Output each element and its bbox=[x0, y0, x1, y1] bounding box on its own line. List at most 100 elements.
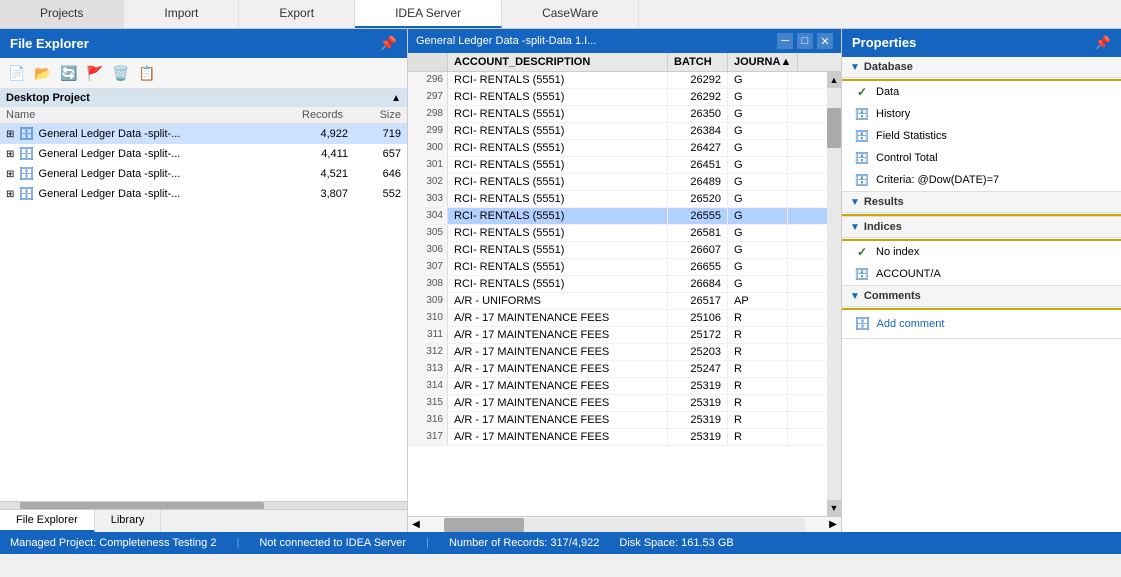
scroll-down-arrow[interactable]: ▼ bbox=[827, 500, 841, 516]
vertical-scrollbar[interactable]: ▲ ▼ bbox=[827, 72, 841, 516]
td-batch: 26555 bbox=[668, 208, 728, 224]
maximize-button[interactable]: □ bbox=[797, 33, 813, 49]
file-item[interactable]: ⊞ 🗄 General Ledger Data -split-... 4,521… bbox=[0, 164, 407, 184]
new-button[interactable]: 📄 bbox=[6, 62, 28, 84]
th-batch[interactable]: BATCH bbox=[668, 53, 728, 71]
th-journal[interactable]: JOURNA▲ bbox=[728, 53, 798, 71]
table-row[interactable]: 310 A/R - 17 MAINTENANCE FEES 25106 R bbox=[408, 310, 827, 327]
file-item[interactable]: ⊞ 🗄 General Ledger Data -split-... 3,807… bbox=[0, 184, 407, 204]
scroll-up-arrow[interactable]: ▲ bbox=[827, 72, 841, 88]
status-bar: Managed Project: Completeness Testing 2 … bbox=[0, 532, 1121, 554]
td-batch: 25319 bbox=[668, 378, 728, 394]
td-account: RCI- RENTALS (5551) bbox=[448, 225, 668, 241]
td-journal: G bbox=[728, 208, 788, 224]
file-explorer-panel: File Explorer 📌 📄 📂 🔄 🚩 🗑️ 📋 Desktop Pro… bbox=[0, 29, 408, 532]
table-row[interactable]: 312 A/R - 17 MAINTENANCE FEES 25203 R bbox=[408, 344, 827, 361]
status-disk: Disk Space: 161.53 GB bbox=[619, 537, 733, 549]
scrollbar-thumb[interactable] bbox=[827, 108, 841, 148]
refresh-button[interactable]: 🔄 bbox=[58, 62, 80, 84]
td-journal: R bbox=[728, 361, 788, 377]
flag-button[interactable]: 🚩 bbox=[84, 62, 106, 84]
nav-caseware[interactable]: CaseWare bbox=[502, 0, 639, 28]
nav-projects[interactable]: Projects bbox=[0, 0, 124, 28]
td-row-num: 300 bbox=[408, 140, 448, 156]
properties-panel: Properties 📌 ▼ Database ✓ Data 🗄 History… bbox=[841, 29, 1121, 532]
prop-criteria[interactable]: 🗄 Criteria: @Dow(DATE)=7 bbox=[842, 169, 1121, 191]
nav-idea-server[interactable]: IDEA Server bbox=[355, 0, 502, 28]
results-section-header[interactable]: ▼ Results bbox=[842, 192, 1121, 213]
tab-library[interactable]: Library bbox=[95, 510, 162, 532]
table-row[interactable]: 313 A/R - 17 MAINTENANCE FEES 25247 R bbox=[408, 361, 827, 378]
comments-section-header[interactable]: ▼ Comments bbox=[842, 286, 1121, 307]
properties-pin-icon[interactable]: 📌 bbox=[1095, 35, 1111, 51]
td-batch: 26350 bbox=[668, 106, 728, 122]
hscroll-thumb[interactable] bbox=[444, 518, 524, 532]
database-section: ▼ Database ✓ Data 🗄 History 🗄 Field Stat… bbox=[842, 57, 1121, 192]
table-row[interactable]: 304 RCI- RENTALS (5551) 26555 G bbox=[408, 208, 827, 225]
table-row[interactable]: 297 RCI- RENTALS (5551) 26292 G bbox=[408, 89, 827, 106]
table-row[interactable]: 300 RCI- RENTALS (5551) 26427 G bbox=[408, 140, 827, 157]
table-row[interactable]: 309 A/R - UNIFORMS 26517 AP bbox=[408, 293, 827, 310]
close-button[interactable]: ✕ bbox=[817, 33, 833, 49]
table-row[interactable]: 315 A/R - 17 MAINTENANCE FEES 25319 R bbox=[408, 395, 827, 412]
table-row[interactable]: 302 RCI- RENTALS (5551) 26489 G bbox=[408, 174, 827, 191]
nav-import[interactable]: Import bbox=[124, 0, 239, 28]
open-button[interactable]: 📂 bbox=[32, 62, 54, 84]
account-a-db-icon: 🗄 bbox=[854, 266, 870, 282]
delete-button[interactable]: 🗑️ bbox=[110, 62, 132, 84]
prop-account-a[interactable]: 🗄 ACCOUNT/A bbox=[842, 263, 1121, 285]
table-row[interactable]: 307 RCI- RENTALS (5551) 26655 G bbox=[408, 259, 827, 276]
td-account: A/R - 17 MAINTENANCE FEES bbox=[448, 378, 668, 394]
pin-icon[interactable]: 📌 bbox=[380, 35, 397, 52]
prop-control-total[interactable]: 🗄 Control Total bbox=[842, 147, 1121, 169]
tab-file-explorer[interactable]: File Explorer bbox=[0, 510, 95, 532]
td-batch: 25203 bbox=[668, 344, 728, 360]
properties-header: Properties 📌 bbox=[842, 29, 1121, 57]
horizontal-scrollbar[interactable] bbox=[444, 518, 805, 532]
table-row[interactable]: 314 A/R - 17 MAINTENANCE FEES 25319 R bbox=[408, 378, 827, 395]
table-row[interactable]: 298 RCI- RENTALS (5551) 26350 G bbox=[408, 106, 827, 123]
td-batch: 26517 bbox=[668, 293, 728, 309]
file-item[interactable]: ⊞ 🗄 General Ledger Data -split-... 4,411… bbox=[0, 144, 407, 164]
status-records: Number of Records: 317/4,922 bbox=[449, 537, 599, 549]
indices-section-header[interactable]: ▼ Indices bbox=[842, 217, 1121, 238]
table-row[interactable]: 299 RCI- RENTALS (5551) 26384 G bbox=[408, 123, 827, 140]
table-row[interactable]: 311 A/R - 17 MAINTENANCE FEES 25172 R bbox=[408, 327, 827, 344]
file-db-icon: 🗄 bbox=[18, 186, 35, 202]
table-row[interactable]: 317 A/R - 17 MAINTENANCE FEES 25319 R bbox=[408, 429, 827, 446]
table-row[interactable]: 308 RCI- RENTALS (5551) 26684 G bbox=[408, 276, 827, 293]
td-account: RCI- RENTALS (5551) bbox=[448, 191, 668, 207]
table-row[interactable]: 303 RCI- RENTALS (5551) 26520 G bbox=[408, 191, 827, 208]
col-header-name: Name bbox=[6, 109, 291, 121]
table-scroll[interactable]: 296 RCI- RENTALS (5551) 26292 G 297 RCI-… bbox=[408, 72, 827, 516]
prop-data[interactable]: ✓ Data bbox=[842, 81, 1121, 103]
td-account: A/R - 17 MAINTENANCE FEES bbox=[448, 344, 668, 360]
table-row[interactable]: 296 RCI- RENTALS (5551) 26292 G bbox=[408, 72, 827, 89]
th-row-num bbox=[408, 53, 448, 71]
table-row[interactable]: 301 RCI- RENTALS (5551) 26451 G bbox=[408, 157, 827, 174]
td-account: A/R - 17 MAINTENANCE FEES bbox=[448, 395, 668, 411]
minimize-button[interactable]: ─ bbox=[777, 33, 793, 49]
prop-data-label: Data bbox=[876, 86, 899, 98]
td-batch: 25319 bbox=[668, 395, 728, 411]
th-account[interactable]: ACCOUNT_DESCRIPTION bbox=[448, 53, 668, 71]
properties-button[interactable]: 📋 bbox=[136, 62, 158, 84]
file-list: ⊞ 🗄 General Ledger Data -split-... 4,922… bbox=[0, 124, 407, 501]
table-row[interactable]: 305 RCI- RENTALS (5551) 26581 G bbox=[408, 225, 827, 242]
col-header-size: Size bbox=[351, 109, 401, 121]
hscroll-left-icon[interactable]: ◀ bbox=[408, 519, 424, 530]
nav-export[interactable]: Export bbox=[239, 0, 355, 28]
file-item[interactable]: ⊞ 🗄 General Ledger Data -split-... 4,922… bbox=[0, 124, 407, 144]
database-section-header[interactable]: ▼ Database bbox=[842, 57, 1121, 78]
file-size: 719 bbox=[356, 128, 401, 140]
prop-field-statistics[interactable]: 🗄 Field Statistics bbox=[842, 125, 1121, 147]
td-row-num: 305 bbox=[408, 225, 448, 241]
table-row[interactable]: 316 A/R - 17 MAINTENANCE FEES 25319 R bbox=[408, 412, 827, 429]
prop-no-index[interactable]: ✓ No index bbox=[842, 241, 1121, 263]
prop-history[interactable]: 🗄 History bbox=[842, 103, 1121, 125]
td-row-num: 298 bbox=[408, 106, 448, 122]
table-row[interactable]: 306 RCI- RENTALS (5551) 26607 G bbox=[408, 242, 827, 259]
td-account: A/R - 17 MAINTENANCE FEES bbox=[448, 429, 668, 445]
add-comment-button[interactable]: 🗄 Add comment bbox=[842, 310, 1121, 338]
hscroll-right-icon[interactable]: ▶ bbox=[825, 519, 841, 530]
